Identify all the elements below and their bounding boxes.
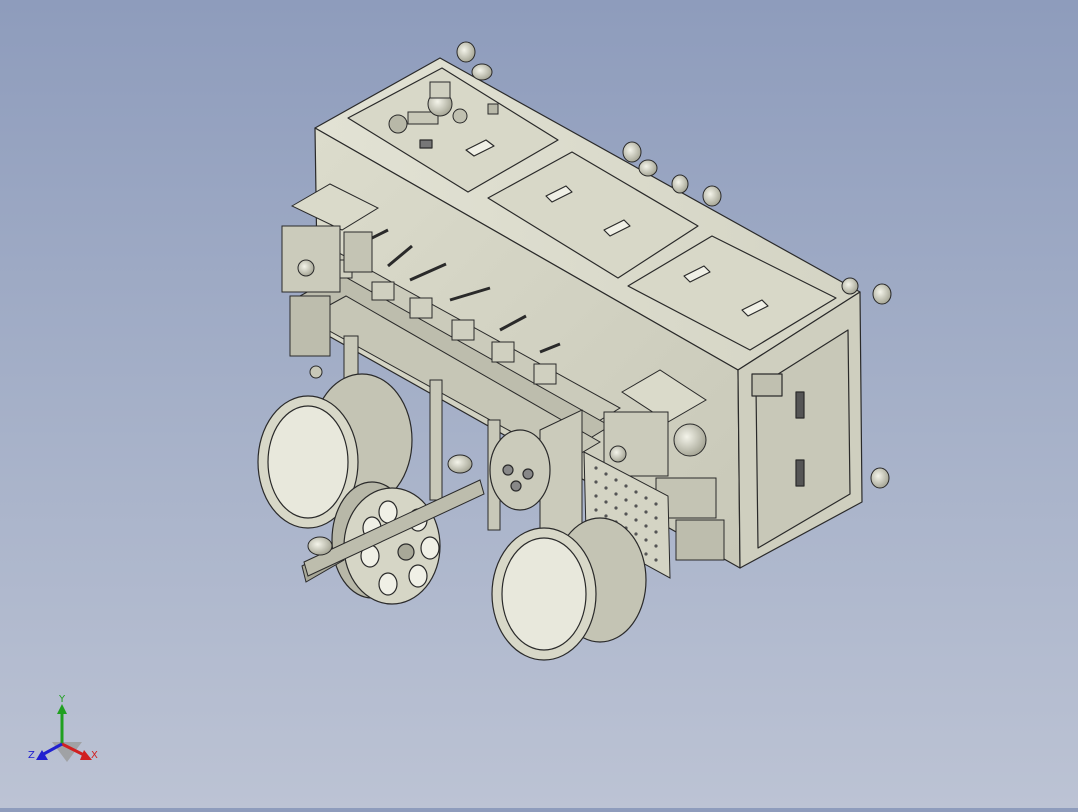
- reel-drum-right: [491, 517, 647, 661]
- y-axis-label: Y: [59, 694, 66, 705]
- cad-viewport[interactable]: Y X Z: [0, 0, 1078, 808]
- x-axis-label: X: [91, 750, 98, 761]
- axis-triad: Y X Z: [22, 690, 112, 770]
- machine-model[interactable]: [0, 0, 1078, 808]
- reel-drum-middle: [489, 429, 551, 511]
- z-axis-label: Z: [28, 750, 35, 761]
